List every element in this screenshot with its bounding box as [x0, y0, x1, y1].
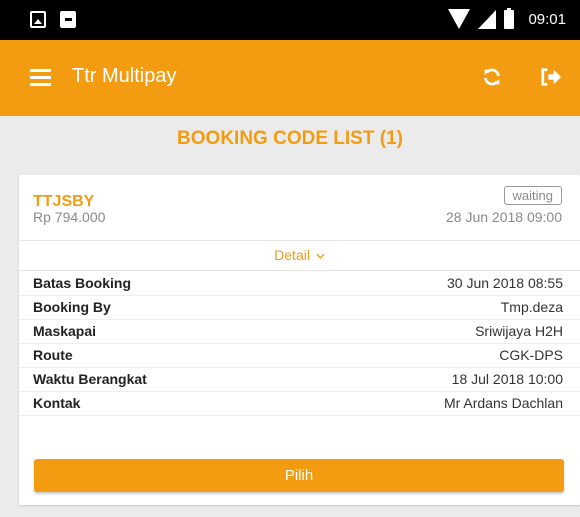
- status-time: 09:01: [528, 10, 566, 28]
- detail-row-kontak: Kontak Mr Ardans Dachlan: [19, 392, 580, 416]
- divider: [19, 270, 580, 271]
- status-right-icons: 09:01: [448, 7, 566, 29]
- detail-row-waktu-berangkat: Waktu Berangkat 18 Jul 2018 10:00: [19, 368, 580, 392]
- detail-row-route: Route CGK-DPS: [19, 344, 580, 368]
- signal-icon: [478, 9, 497, 29]
- detail-value: CGK-DPS: [499, 347, 563, 363]
- refresh-icon[interactable]: [481, 66, 503, 88]
- detail-label: Route: [33, 347, 73, 363]
- divider: [19, 240, 580, 241]
- booking-card: TTJSBY Rp 794.000 waiting 28 Jun 2018 09…: [19, 175, 580, 505]
- detail-value: Tmp.deza: [500, 299, 563, 315]
- game-icon: [60, 11, 76, 28]
- wifi-icon: [448, 9, 471, 29]
- detail-label: Waktu Berangkat: [33, 371, 147, 387]
- status-left-icons: [30, 11, 76, 28]
- pilih-button[interactable]: Pilih: [34, 459, 564, 492]
- detail-value: Sriwijaya H2H: [475, 323, 563, 339]
- app-title: Ttr Multipay: [72, 65, 177, 87]
- detail-label: Maskapai: [33, 323, 97, 339]
- chevron-down-icon: [316, 253, 325, 259]
- app-bar: Ttr Multipay: [0, 40, 580, 116]
- detail-label: Batas Booking: [33, 275, 132, 291]
- detail-row-booking-by: Booking By Tmp.deza: [19, 296, 580, 320]
- status-bar: 09:01: [0, 0, 580, 40]
- detail-toggle[interactable]: Detail: [19, 247, 580, 263]
- status-badge: waiting: [503, 186, 562, 205]
- logout-icon[interactable]: [540, 67, 562, 87]
- detail-label: Booking By: [33, 299, 111, 315]
- page-title: BOOKING CODE LIST (1): [177, 128, 403, 149]
- photo-icon: [30, 11, 46, 28]
- detail-value: Mr Ardans Dachlan: [443, 395, 563, 411]
- battery-icon: [504, 7, 515, 29]
- hamburger-icon[interactable]: [30, 69, 51, 87]
- detail-label: Kontak: [33, 395, 81, 411]
- detail-value: 18 Jul 2018 10:00: [451, 371, 563, 387]
- detail-list: Batas Booking 30 Jun 2018 08:55 Booking …: [19, 272, 580, 416]
- detail-row-batas-booking: Batas Booking 30 Jun 2018 08:55: [19, 272, 580, 296]
- booking-price: Rp 794.000: [33, 209, 106, 225]
- detail-toggle-label: Detail: [274, 247, 310, 263]
- booking-created-time: 28 Jun 2018 09:00: [446, 209, 562, 225]
- detail-value: 30 Jun 2018 08:55: [447, 275, 563, 291]
- detail-row-maskapai: Maskapai Sriwijaya H2H: [19, 320, 580, 344]
